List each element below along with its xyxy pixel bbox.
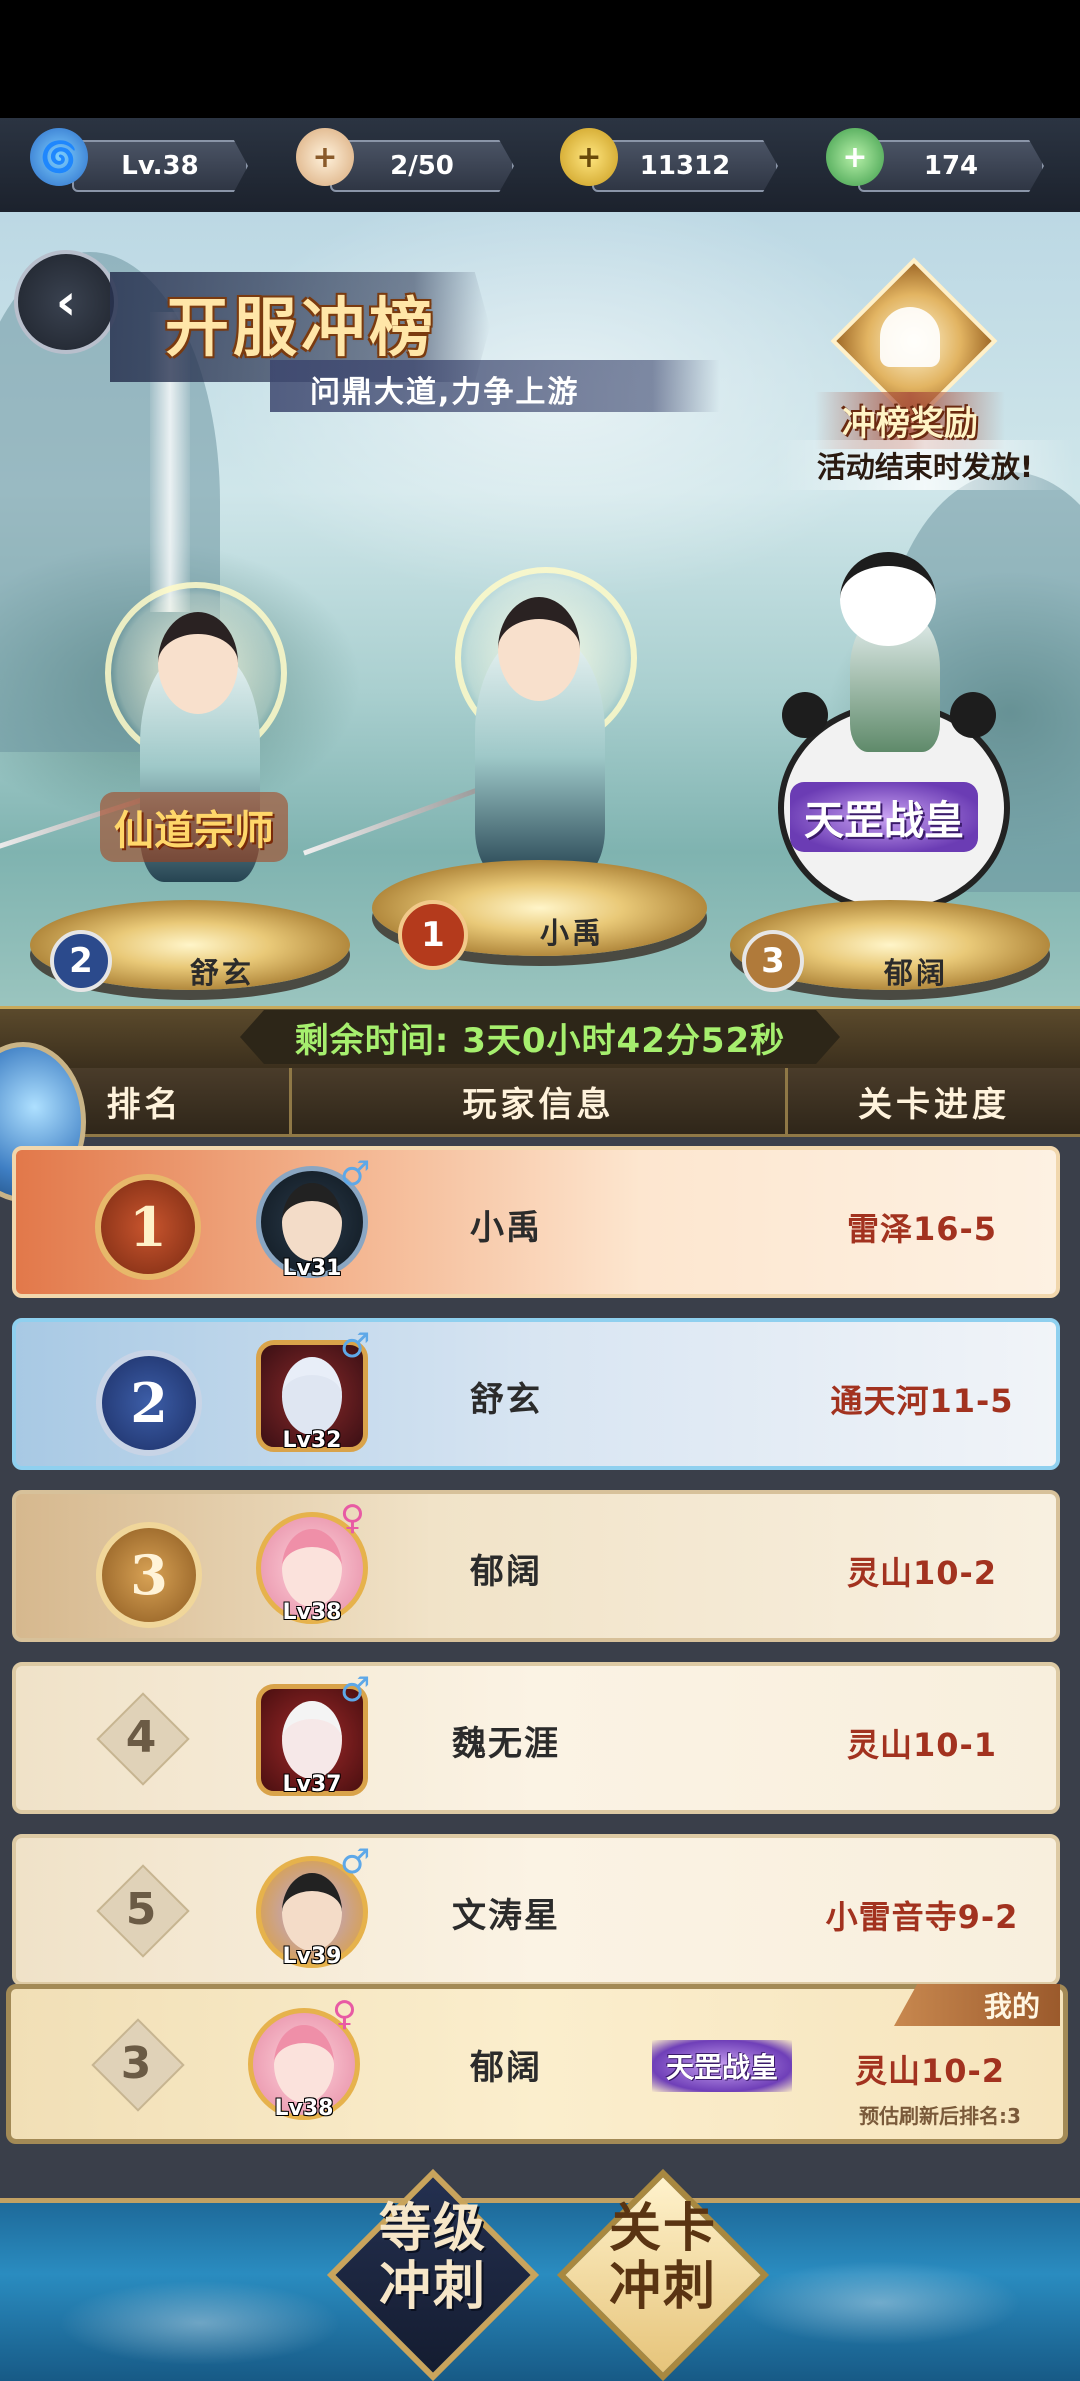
countdown-timer: 剩余时间: 3天0小时42分52秒: [240, 1010, 840, 1064]
coin-value: 11312: [639, 151, 731, 181]
female-icon: ♀: [332, 1994, 357, 2034]
avatar-face: [282, 1357, 342, 1435]
jade-value: 174: [923, 151, 979, 181]
player-name: 郁阔: [470, 1552, 542, 1592]
player-name: 魏无涯: [452, 1724, 560, 1764]
my-rank-tag: 我的: [894, 1984, 1060, 2026]
rank-badge-3: 3: [96, 1522, 202, 1628]
ranking-banner: ‹ 开服冲榜 问鼎大道,力争上游 冲榜奖励 活动结束时发放! 仙道宗师 2 舒玄…: [0, 212, 1080, 1012]
page-subtitle: 问鼎大道,力争上游: [310, 375, 580, 410]
male-icon: ♂: [340, 1154, 371, 1194]
bun-icon[interactable]: +: [296, 128, 354, 186]
avatar-level: Lv32: [282, 1428, 342, 1453]
avatar-face: [282, 1701, 342, 1779]
podium-name-rank3: 郁阔: [884, 956, 949, 990]
male-icon: ♂: [340, 1842, 371, 1882]
female-icon: ♀: [340, 1498, 365, 1538]
medal-rank3: 3: [742, 930, 804, 992]
stage-progress: 小雷音寺9-2: [825, 1898, 1019, 1936]
stage-sprint-label[interactable]: 关卡 冲刺: [583, 2200, 743, 2316]
title-badge-rank2: 仙道宗师: [100, 792, 288, 862]
reward-helmet-icon: [880, 307, 940, 367]
stage-progress: 灵山10-2: [846, 1554, 998, 1592]
male-icon: ♂: [340, 1670, 371, 1710]
rank-badge-1: 1: [95, 1174, 201, 1280]
stage-progress: 通天河11-5: [830, 1382, 1014, 1420]
status-bar-area: [0, 0, 1080, 118]
medal-rank1: 1: [398, 900, 468, 970]
podium-name-rank2: 舒玄: [190, 956, 255, 990]
page-title: 开服冲榜: [165, 291, 437, 366]
estimated-rank: 预估刷新后排名:3: [859, 2104, 1021, 2128]
avatar-level: Lv31: [282, 1256, 342, 1281]
character-rank2-head: [158, 612, 238, 714]
level-sprint-label[interactable]: 等级 冲刺: [353, 2200, 513, 2316]
avatar-face: [282, 1873, 342, 1951]
rank-number: 5: [125, 1884, 157, 1935]
player-name: 舒玄: [470, 1380, 542, 1420]
jade-display[interactable]: 174: [858, 140, 1044, 192]
coin-display[interactable]: 11312: [592, 140, 778, 192]
avatar-level: Lv37: [282, 1772, 342, 1797]
my-avatar-level: Lv38: [274, 2096, 334, 2121]
stamina-value: 2/50: [390, 151, 454, 181]
back-button[interactable]: ‹: [14, 250, 118, 354]
panda-ear-right: [950, 692, 996, 738]
stage-progress: 雷泽16-5: [846, 1210, 998, 1248]
avatar-level: Lv39: [282, 1944, 342, 1969]
reward-note: 活动结束时发放!: [775, 440, 1075, 490]
character-rank1-head: [498, 597, 580, 701]
my-rank-number: 3: [120, 2038, 152, 2089]
avatar-face: [282, 1183, 342, 1261]
rank-badge-2: 2: [96, 1350, 202, 1456]
table-header: 排名 玩家信息 关卡进度: [0, 1068, 1080, 1137]
male-icon: ♂: [340, 1326, 371, 1366]
avatar-face: [274, 2025, 334, 2103]
header-stage-progress: 关卡进度: [858, 1084, 1010, 1125]
stage-progress: 灵山10-1: [846, 1726, 998, 1764]
my-title-badge: 天罡战皇: [652, 2040, 793, 2092]
stamina-display[interactable]: 2/50: [330, 140, 514, 192]
panda-ear-left: [782, 692, 828, 738]
jade-leaf-icon[interactable]: +: [826, 128, 884, 186]
bottom-nav: [0, 2198, 1080, 2381]
medal-rank2: 2: [50, 930, 112, 992]
title-badge-rank3: 天罡战皇: [790, 782, 978, 852]
my-player-name: 郁阔: [470, 2048, 542, 2088]
my-stage-progress: 灵山10-2: [854, 2052, 1006, 2090]
avatar-level: Lv38: [282, 1600, 342, 1625]
avatar-face: [282, 1529, 342, 1607]
coin-icon[interactable]: +: [560, 128, 618, 186]
level-swirl-icon: 🌀: [30, 128, 88, 186]
level-value: Lv.38: [121, 151, 199, 181]
header-player-info: 玩家信息: [292, 1068, 788, 1134]
rank-number: 4: [125, 1712, 157, 1763]
character-rank3-head: [840, 552, 936, 646]
resource-bar: Lv.38 🌀 2/50 + 11312 + 174 +: [0, 118, 1080, 215]
level-display: Lv.38: [72, 140, 248, 192]
player-name: 小禹: [470, 1208, 542, 1248]
player-name: 文涛星: [452, 1896, 560, 1936]
podium-name-rank1: 小禹: [540, 916, 605, 950]
